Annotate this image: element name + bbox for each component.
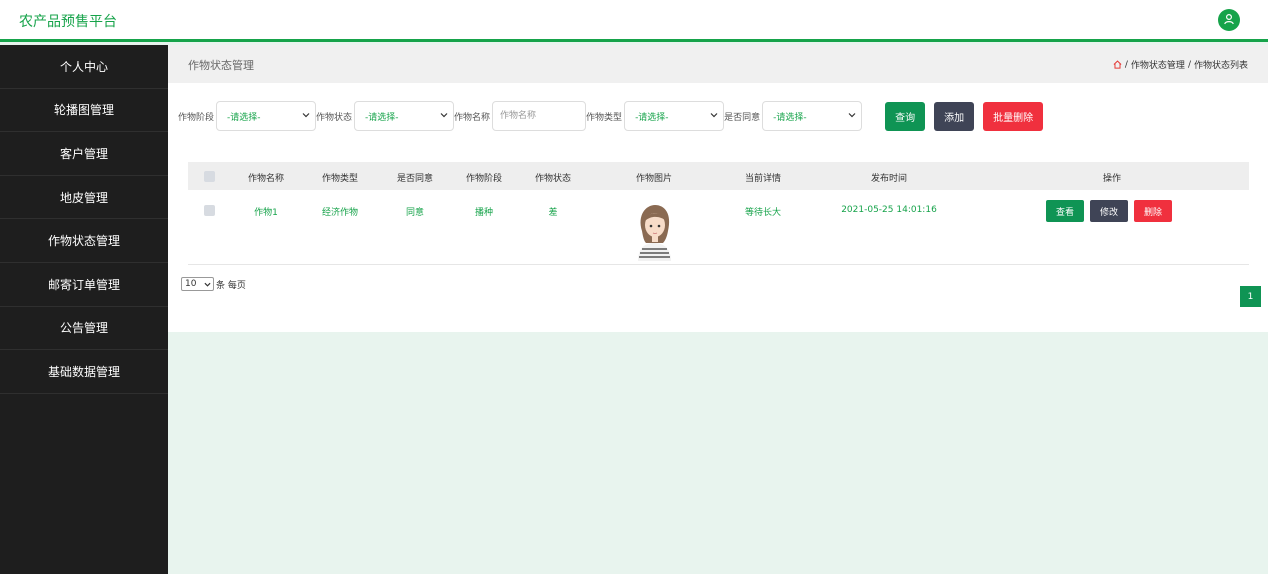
column-header: 作物图片 <box>635 174 673 184</box>
sidebar-item-customers[interactable]: 客户管理 <box>0 132 168 176</box>
chevron-down-icon <box>204 282 211 287</box>
status-filter-label: 作物状态 <box>316 112 353 123</box>
home-icon[interactable] <box>1113 60 1122 69</box>
agree-select-value: -请选择- <box>773 112 807 123</box>
chevron-down-icon <box>710 111 718 119</box>
type-select-value: -请选择- <box>635 112 669 123</box>
sidebar-item-announcements[interactable]: 公告管理 <box>0 307 168 351</box>
bulk-delete-button[interactable]: 批量删除 <box>983 101 1044 131</box>
sidebar-item-land[interactable]: 地皮管理 <box>0 176 168 220</box>
content-panel: 作物阶段 -请选择- 作物状态 -请选择- 作物名称 作物类型 -请选择- 是否… <box>168 83 1268 332</box>
column-header: 作物阶段 <box>465 174 503 184</box>
delete-button[interactable]: 删除 <box>1134 200 1173 222</box>
breadcrumb: / 作物状态管理 / 作物状态列表 <box>1113 58 1248 71</box>
row-checkbox[interactable] <box>204 205 215 216</box>
crop-image <box>632 201 677 261</box>
cell-crop-type: 经济作物 <box>321 208 359 218</box>
cell-crop-name: 作物1 <box>254 208 278 218</box>
breadcrumb-separator: / <box>1187 59 1191 70</box>
view-button[interactable]: 查看 <box>1046 200 1085 222</box>
agree-filter-label: 是否同意 <box>724 112 761 123</box>
type-filter-label: 作物类型 <box>586 112 623 123</box>
cell-detail: 等待长大 <box>744 208 782 218</box>
main-area: 作物状态管理 / 作物状态管理 / 作物状态列表 作物阶段 -请选择- 作物状态… <box>168 45 1268 332</box>
page-header: 作物状态管理 / 作物状态管理 / 作物状态列表 <box>168 45 1268 83</box>
per-page-label: 条 每页 <box>216 280 246 291</box>
table-header: 作物名称 作物类型 是否同意 作物阶段 作物状态 作物图片 当前详情 发布时间 … <box>188 162 1249 190</box>
stage-select-value: -请选择- <box>227 112 261 123</box>
agree-select[interactable]: -请选择- <box>762 101 863 131</box>
top-header: 农产品预售平台 <box>0 0 1268 42</box>
sidebar-item-personal-center[interactable]: 个人中心 <box>0 45 168 89</box>
sidebar-item-base-data[interactable]: 基础数据管理 <box>0 350 168 394</box>
app-title: 农产品预售平台 <box>19 14 117 30</box>
user-icon <box>1223 13 1235 28</box>
page-size-control: 10 条 每页 <box>181 277 246 291</box>
column-header: 是否同意 <box>396 174 434 184</box>
name-filter-label: 作物名称 <box>454 112 491 123</box>
select-all-checkbox[interactable] <box>204 171 215 182</box>
page-number-button[interactable]: 1 <box>1240 286 1261 307</box>
page-size-value: 10 <box>185 279 197 289</box>
sidebar: 个人中心 轮播图管理 客户管理 地皮管理 作物状态管理 邮寄订单管理 公告管理 … <box>0 45 168 574</box>
add-button[interactable]: 添加 <box>934 101 975 131</box>
stage-select[interactable]: -请选择- <box>216 101 317 131</box>
column-header: 操作 <box>1102 174 1122 184</box>
breadcrumb-item-crop-status[interactable]: 作物状态管理 <box>1131 58 1185 71</box>
crop-status-table: 作物名称 作物类型 是否同意 作物阶段 作物状态 作物图片 当前详情 发布时间 … <box>188 162 1249 265</box>
cell-status: 差 <box>548 208 558 218</box>
edit-button[interactable]: 修改 <box>1090 200 1129 222</box>
sidebar-item-mail-orders[interactable]: 邮寄订单管理 <box>0 263 168 307</box>
status-select-value: -请选择- <box>365 112 399 123</box>
table-row: 作物1 经济作物 同意 播种 差 等待长大 2021-05-25 14:01:1… <box>188 190 1249 264</box>
column-header: 作物类型 <box>321 174 359 184</box>
breadcrumb-item-crop-list: 作物状态列表 <box>1193 61 1248 71</box>
crop-name-input[interactable] <box>492 101 587 131</box>
breadcrumb-separator: / <box>1124 59 1128 70</box>
chevron-down-icon <box>848 111 856 119</box>
sidebar-item-crop-status[interactable]: 作物状态管理 <box>0 219 168 263</box>
page-size-select[interactable]: 10 <box>181 277 214 291</box>
sidebar-item-carousel[interactable]: 轮播图管理 <box>0 89 168 133</box>
column-header: 作物名称 <box>247 174 285 184</box>
stage-filter-label: 作物阶段 <box>178 112 215 123</box>
query-button[interactable]: 查询 <box>885 101 926 131</box>
chevron-down-icon <box>302 111 310 119</box>
column-header: 发布时间 <box>870 174 908 184</box>
chevron-down-icon <box>440 111 448 119</box>
column-header: 当前详情 <box>744 174 782 184</box>
type-select[interactable]: -请选择- <box>624 101 725 131</box>
cell-agree: 同意 <box>405 208 425 218</box>
cell-publish-time: 2021-05-25 14:01:16 <box>841 205 937 215</box>
column-header: 作物状态 <box>534 174 572 184</box>
user-avatar[interactable] <box>1218 9 1240 31</box>
status-select[interactable]: -请选择- <box>354 101 455 131</box>
cell-stage: 播种 <box>474 208 494 218</box>
row-actions: 查看 修改 删除 <box>1046 200 1173 222</box>
filter-bar: 作物阶段 -请选择- 作物状态 -请选择- 作物名称 作物类型 -请选择- 是否… <box>178 101 1044 131</box>
page-title: 作物状态管理 <box>188 59 254 72</box>
